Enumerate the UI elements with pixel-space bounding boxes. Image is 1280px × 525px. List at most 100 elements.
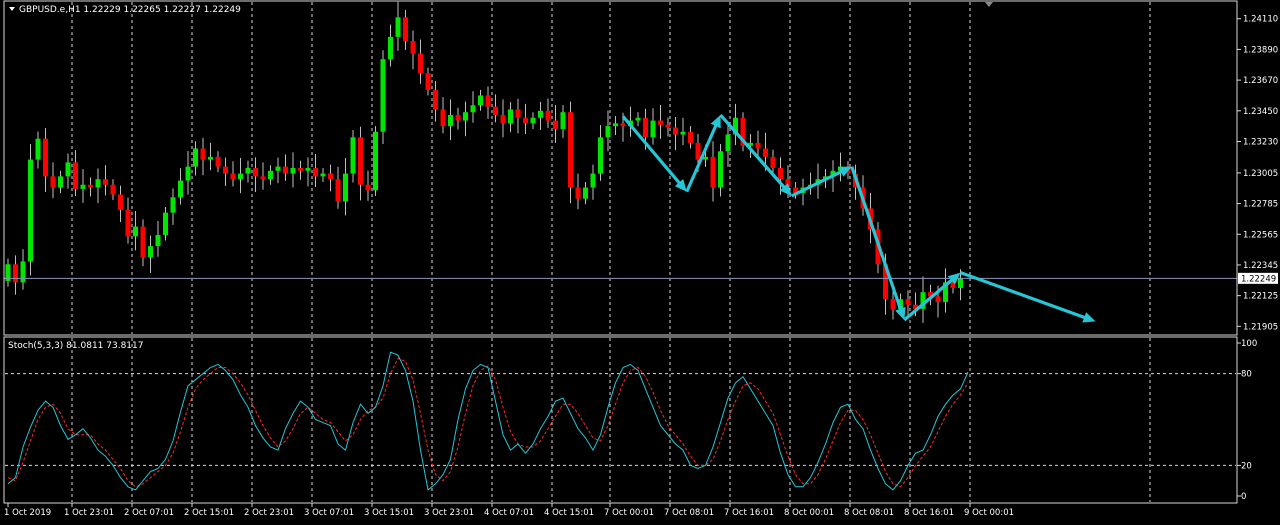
time-tick-label: 7 Oct 00:01: [604, 508, 654, 518]
candle-body: [665, 124, 671, 128]
candle-body: [335, 179, 341, 202]
candle-body: [290, 168, 296, 174]
candle-body: [680, 131, 686, 135]
candle-body: [763, 148, 768, 157]
candle-body: [103, 179, 108, 185]
candle-body: [403, 17, 408, 42]
candle-body: [313, 168, 318, 177]
candle-body: [140, 226, 146, 258]
price-tick-label: 1.23450: [1243, 107, 1278, 117]
time-tick-label: 8 Oct 00:01: [784, 508, 834, 518]
candle-body: [350, 137, 356, 174]
candle-body: [575, 187, 581, 199]
candle-body: [508, 109, 513, 124]
candle-body: [268, 170, 273, 180]
candle-body: [193, 148, 198, 167]
price-tick-label: 1.23005: [1243, 169, 1278, 179]
candle-body: [620, 123, 626, 127]
time-tick-label: 1 Oct 2019: [4, 508, 51, 518]
candle-body: [170, 197, 176, 213]
candle-body: [530, 117, 536, 124]
candle-body: [215, 156, 221, 167]
time-tick-label: 3 Oct 07:01: [304, 508, 354, 518]
candle-body: [440, 109, 446, 127]
stochastic-tick-label: 0: [1241, 492, 1246, 502]
time-tick-label: 2 Oct 15:01: [184, 508, 234, 518]
candle-body: [328, 173, 333, 180]
stochastic-tick-label: 20: [1241, 461, 1252, 471]
candle-body: [148, 246, 153, 258]
time-tick-label: 7 Oct 08:01: [664, 508, 714, 518]
candle-body: [410, 41, 416, 54]
price-tick-label: 1.21905: [1243, 322, 1278, 332]
candle-body: [395, 17, 401, 37]
candle-body: [613, 123, 618, 127]
symbol-header: GBPUSD.e,H1 1.22229 1.22265 1.22227 1.22…: [19, 5, 241, 15]
candle-body: [88, 184, 93, 188]
price-tick-label: 1.22345: [1243, 261, 1278, 271]
current-price-label: 1.22249: [1238, 272, 1278, 284]
candle-body: [470, 105, 476, 113]
candle-body: [298, 168, 303, 171]
stochastic-header: Stoch(5,3,3) 81.0811 73.8117: [8, 341, 143, 351]
candle-body: [478, 95, 483, 106]
stochastic-tick-label: 80: [1241, 370, 1252, 380]
candle-body: [95, 179, 101, 188]
candle-body: [463, 112, 468, 121]
candle-body: [778, 168, 783, 180]
candle-body: [650, 120, 656, 138]
candle-body: [568, 112, 573, 188]
candle-body: [425, 73, 431, 90]
candle-body: [253, 168, 258, 177]
time-tick-label: 8 Oct 08:01: [844, 508, 894, 518]
candle-body: [433, 89, 438, 110]
time-tick-label: 9 Oct 00:01: [964, 508, 1014, 518]
candle-body: [50, 176, 56, 188]
candle-body: [275, 166, 281, 171]
candle-body: [703, 156, 708, 160]
candle-body: [58, 176, 63, 188]
candle-body: [185, 166, 191, 181]
candle-body: [13, 264, 18, 283]
candle-body: [688, 131, 693, 143]
candle-body: [283, 166, 288, 174]
candle-body: [538, 110, 543, 118]
time-tick-label: 3 Oct 15:01: [364, 508, 414, 518]
candle-body: [305, 168, 311, 171]
candle-body: [133, 226, 138, 237]
candle-body: [155, 234, 161, 247]
time-tick-label: 2 Oct 07:01: [124, 508, 174, 518]
time-tick-label: 7 Oct 16:01: [724, 508, 774, 518]
price-tick-label: 1.22565: [1243, 230, 1278, 240]
candle-body: [125, 209, 131, 237]
candle-body: [343, 173, 348, 202]
candle-body: [320, 173, 326, 177]
svg-text:1.22249: 1.22249: [1241, 274, 1276, 284]
candle-body: [365, 184, 371, 191]
candle-body: [710, 156, 716, 188]
candle-body: [890, 299, 896, 309]
candle-body: [553, 120, 558, 129]
candle-body: [560, 112, 566, 129]
candle-body: [65, 162, 71, 177]
candle-body: [598, 137, 603, 174]
candle-body: [493, 106, 498, 115]
candle-body: [583, 187, 588, 199]
candle-body: [770, 156, 776, 168]
candle-body: [455, 114, 461, 121]
candle-body: [373, 131, 378, 191]
candle-body: [200, 148, 206, 160]
trading-chart[interactable]: GBPUSD.e,H1 1.22229 1.22265 1.22227 1.22…: [0, 0, 1280, 525]
candle-body: [590, 173, 596, 188]
candle-body: [178, 180, 183, 198]
candle-body: [358, 137, 363, 185]
price-tick-label: 1.23890: [1243, 45, 1278, 55]
time-tick-label: 4 Oct 07:01: [484, 508, 534, 518]
candle-body: [43, 138, 48, 177]
candle-body: [418, 53, 423, 74]
candle-body: [245, 168, 251, 174]
candle-body: [230, 173, 236, 180]
candle-body: [725, 134, 731, 152]
candle-body: [238, 173, 243, 180]
time-tick-label: 1 Oct 23:01: [64, 508, 114, 518]
